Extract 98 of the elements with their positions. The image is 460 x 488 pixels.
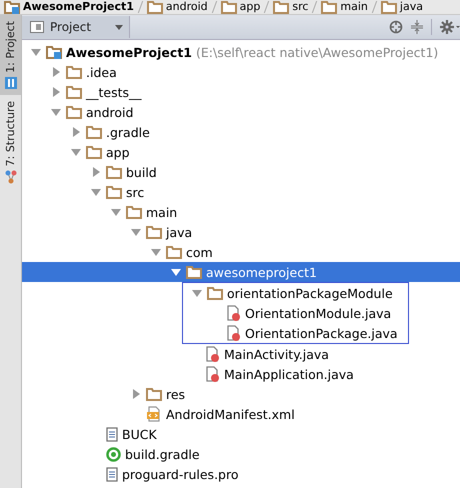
folder-icon [166, 245, 182, 259]
java-file-icon [206, 366, 220, 382]
item-label: MainActivity.java [224, 346, 329, 362]
tree-item[interactable]: BUCK [22, 424, 460, 444]
folder-icon [86, 125, 102, 139]
tree-item[interactable]: src [22, 182, 460, 202]
tree-item[interactable]: OrientationModule.java [23, 303, 398, 323]
caret-icon [115, 24, 123, 30]
tree-item[interactable]: MainActivity.java [22, 344, 460, 364]
item-label: proguard-rules.pro [122, 466, 238, 482]
item-label: OrientationModule.java [245, 306, 392, 320]
tree-item[interactable]: .gradle [22, 122, 460, 142]
expanded-arrow-icon[interactable] [130, 226, 142, 238]
view-dropdown[interactable]: Project [22, 16, 130, 38]
tree-item[interactable]: proguard-rules.pro [22, 464, 460, 484]
folder-icon [66, 65, 82, 79]
java-file-icon [227, 305, 241, 321]
item-label: MainApplication.java [224, 366, 354, 382]
item-label: .gradle [106, 124, 150, 140]
tree-item[interactable]: java [22, 222, 460, 242]
item-label: BUCK [122, 426, 157, 442]
folder-icon [146, 225, 162, 239]
tree-item[interactable]: build.gradle [22, 444, 460, 464]
tree-item[interactable]: OrientationPackage.java [23, 323, 398, 343]
tool-window-tab[interactable]: 7: Structure [0, 94, 21, 190]
tree-item[interactable]: main [22, 202, 460, 222]
project-path: (E:\self\react native\AwesomeProject1) [196, 44, 438, 60]
breadcrumb[interactable]: src [273, 0, 308, 14]
item-label: .idea [86, 64, 117, 80]
folder-icon [186, 265, 202, 279]
folder-icon [207, 286, 223, 300]
folder-icon [126, 205, 142, 219]
tree-item[interactable]: com [22, 242, 460, 262]
folder-icon [66, 105, 82, 119]
tree-item[interactable]: orientationPackageModule [23, 283, 398, 303]
tree-item[interactable]: android [22, 102, 460, 122]
project-folder-icon [4, 0, 20, 14]
tree-item[interactable]: __tests__ [22, 82, 460, 102]
item-label: build [126, 164, 157, 180]
text-file-icon [106, 466, 118, 482]
item-label: res [166, 386, 186, 402]
expanded-arrow-icon[interactable] [191, 287, 203, 299]
gradle-file-icon [106, 446, 121, 462]
tree-item[interactable]: .idea [22, 62, 460, 82]
collapsed-arrow-icon[interactable] [70, 126, 82, 138]
breadcrumb[interactable]: java [380, 0, 423, 14]
collapse-all-icon[interactable] [411, 20, 423, 34]
item-label: app [106, 144, 130, 160]
expanded-arrow-icon[interactable] [50, 106, 62, 118]
java-file-icon [206, 346, 220, 362]
expanded-arrow-icon[interactable] [110, 206, 122, 218]
tree-item[interactable]: app [22, 142, 460, 162]
item-label: __tests__ [86, 84, 142, 100]
xml-file-icon [146, 406, 162, 422]
folder-icon [106, 185, 122, 199]
item-label: awesomeproject1 [206, 264, 317, 280]
tree-item[interactable]: AndroidManifest.xml [22, 404, 460, 424]
tree-item[interactable]: res [22, 384, 460, 404]
item-label: src [126, 184, 144, 200]
tree-item[interactable]: MainApplication.java [22, 364, 460, 384]
text-file-icon [106, 426, 118, 442]
folder-icon [146, 387, 162, 401]
item-label: android [86, 104, 134, 120]
item-label: OrientationPackage.java [245, 326, 398, 340]
expanded-arrow-icon[interactable] [150, 246, 162, 258]
tree-item[interactable]: AwesomeProject1 (E:\self\react native\AwesomeProject1) [22, 42, 460, 62]
breadcrumb[interactable]: android [146, 0, 208, 14]
item-label: AndroidManifest.xml [166, 406, 295, 422]
collapsed-arrow-icon[interactable] [50, 66, 62, 78]
tree-item[interactable]: build [22, 162, 460, 182]
breadcrumb[interactable]: main [321, 0, 368, 14]
project-icon [4, 76, 16, 89]
expanded-arrow-icon[interactable] [170, 266, 182, 278]
folder-icon [106, 165, 122, 179]
locate-icon[interactable] [389, 20, 403, 34]
folder-icon [66, 85, 82, 99]
item-label: main [146, 204, 178, 220]
tree-item[interactable]: awesomeproject1 [22, 262, 460, 282]
expanded-arrow-icon[interactable] [90, 186, 102, 198]
item-label: build.gradle [125, 446, 200, 462]
item-label: AwesomeProject1 [66, 44, 192, 60]
item-label: java [166, 224, 192, 240]
item-label: com [186, 244, 213, 260]
window-icon [30, 21, 44, 33]
java-file-icon [227, 325, 241, 341]
settings-icon[interactable] [440, 20, 460, 34]
structure-icon [4, 170, 16, 184]
expanded-arrow-icon[interactable] [30, 46, 42, 58]
folder-icon [86, 145, 102, 159]
breadcrumb[interactable]: AwesomeProject1 [4, 0, 134, 14]
tool-window-tab[interactable]: 1: Project [0, 15, 21, 95]
collapsed-arrow-icon[interactable] [50, 86, 62, 98]
item-label: orientationPackageModule [227, 286, 393, 300]
project-folder-icon [46, 45, 62, 59]
breadcrumb[interactable]: app [220, 0, 260, 14]
collapsed-arrow-icon[interactable] [130, 388, 142, 400]
collapsed-arrow-icon[interactable] [90, 166, 102, 178]
expanded-arrow-icon[interactable] [70, 146, 82, 158]
